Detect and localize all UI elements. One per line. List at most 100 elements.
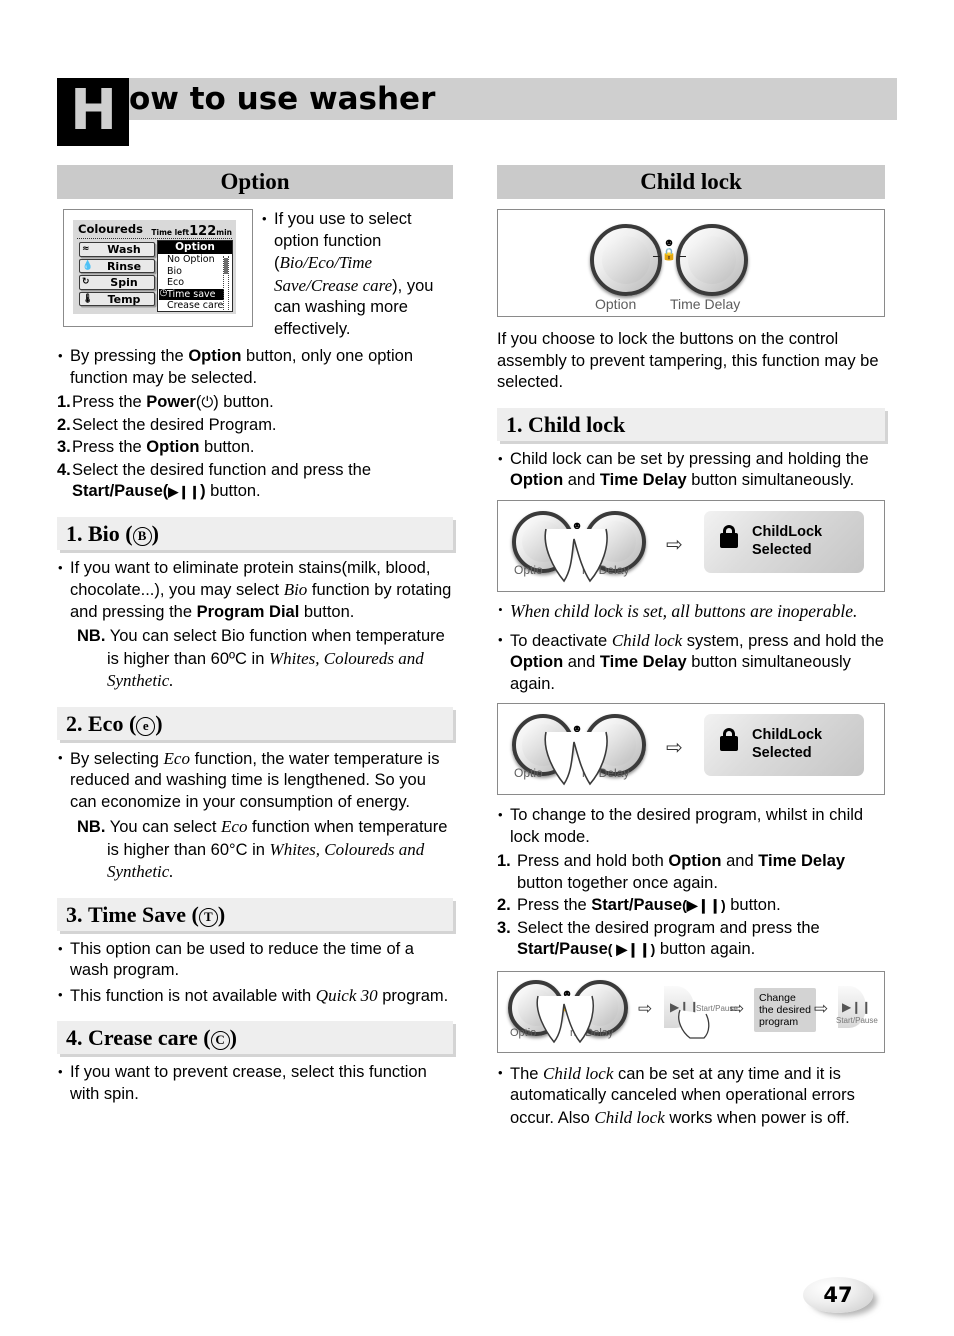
step-text-post: button. (218, 393, 274, 411)
lcd-display-illustration: Coloureds Time left122min ≈ Wash 💧 Rinse… (63, 209, 253, 327)
option-intro-block: Coloureds Time left122min ≈ Wash 💧 Rinse… (57, 209, 453, 343)
two-finger-press-icon (544, 731, 608, 786)
arrow-1-icon: ⇨ (638, 998, 653, 1018)
page-number: 47 (803, 1277, 873, 1313)
lcd-scrollbar-thumb[interactable] (224, 258, 228, 274)
rinse-icon: 💧 (82, 260, 94, 271)
lcd-time-left-unit: min (216, 228, 232, 237)
two-finger-press-icon (544, 528, 608, 582)
child-lock-deactivate-diagram: ☻ 🔒 Optio ne Delay ⇨ ChildLock Selected (497, 703, 885, 795)
time-save-symbol-icon: T (198, 907, 218, 927)
final-italic-2: Child lock (594, 1107, 665, 1127)
child-lock-deactivate-bullet: To deactivate Child lock system, press a… (497, 629, 885, 696)
option-step-3: 3. Press the Option button. (57, 437, 453, 459)
time-save-bullet-2: This function is not available with Quic… (57, 984, 453, 1008)
option-press-pre: By pressing the (70, 347, 189, 365)
time-delay-knob[interactable] (676, 224, 748, 296)
step-post: button together once again. (517, 873, 718, 892)
step-number: 3. (497, 918, 511, 937)
heading-text: Eco (88, 710, 124, 736)
set-mid: and (563, 471, 600, 489)
subsection-eco-heading: 2. Eco (e) (57, 706, 453, 740)
nb-pre: You can select (105, 818, 222, 836)
option-step-1: 1. Press the Power(⏻) button. (57, 392, 453, 414)
bio-body-tail: button. (299, 602, 355, 621)
lcd-option-item-time-save[interactable]: ◷ Time save (159, 288, 224, 300)
eco-body: By selecting Eco function, the water tem… (57, 747, 453, 814)
padlock-glyph-icon: 🔒 (661, 247, 677, 261)
heading-text: Child lock (528, 411, 626, 437)
step-bold: Start/Pause (72, 482, 163, 500)
step-bold-2: Time Delay (758, 852, 846, 870)
ts-post: program. (377, 986, 449, 1005)
change-program-chip: Change the desired program (754, 987, 816, 1032)
heading-text: Time Save (88, 901, 186, 927)
nb-italic-1: Eco (221, 817, 248, 836)
crease-care-symbol-icon: C (210, 1031, 230, 1050)
lcd-menu-item-wash[interactable]: ≈ Wash (79, 242, 155, 257)
arrow-right-icon: ⇨ (666, 533, 683, 556)
final-pre: The (510, 1064, 544, 1083)
lcd-divider (77, 238, 232, 239)
change-step-3: 3. Select the desired program and press t… (497, 918, 885, 961)
lcd-option-item-eco[interactable]: Eco (158, 277, 232, 289)
right-column: Child lock ☻ 🔒 Option Time Delay If you … (497, 165, 885, 1132)
subsection-crease-care-heading: 4. Crease care (C) (57, 1021, 453, 1054)
lcd-menu-item-temp[interactable]: 🌡 Temp (79, 291, 155, 306)
bio-body: If you want to eliminate protein stains(… (57, 557, 453, 624)
final-italic-1: Child lock (543, 1063, 614, 1083)
set-bold-2: Time Delay (599, 471, 687, 489)
lcd-option-item-no-option[interactable]: No Option (158, 254, 232, 266)
childlock-chip-line2: Selected (752, 541, 812, 558)
step-text: Press the (72, 438, 147, 456)
bio-nb: NB. You can select Bio function when tem… (57, 626, 453, 693)
option-knob[interactable] (590, 224, 662, 296)
arrow-3-icon: ⇨ (814, 998, 829, 1018)
step-pre: Press the (517, 896, 592, 914)
step-bold-1: Start/Pause (517, 940, 608, 958)
step-number: 4. (57, 460, 71, 479)
set-bold-1: Option (510, 471, 564, 489)
step-number: 1. (497, 852, 511, 870)
deact-italic: Child lock (611, 630, 683, 650)
spin-icon: ↻ (82, 277, 90, 287)
nb-label: NB. (77, 627, 106, 645)
heading-text: Bio (88, 520, 120, 546)
lcd-option-item-bio[interactable]: Bio (158, 266, 232, 278)
option-press-bold: Option (188, 347, 242, 365)
lcd-option-item-crease-care[interactable]: Crease care (158, 300, 232, 312)
bio-body-italic: Bio (283, 580, 308, 599)
section-title-child-lock: Child lock (497, 165, 885, 199)
dash-right (679, 256, 686, 257)
lcd-menu-label: Temp (107, 292, 141, 306)
option-knob-label: Option (595, 296, 637, 312)
lcd-time-left-value: 122 (189, 224, 217, 239)
heading-number: 3. (66, 901, 83, 927)
padlock-icon (720, 524, 738, 548)
step-bold: Power (146, 393, 196, 411)
child-lock-icon: ☻ 🔒 (660, 238, 678, 261)
deact-mid-2: and (563, 653, 600, 671)
option-step-2: 2. Select the desired Program. (57, 415, 453, 437)
step-post: button. (725, 896, 781, 914)
lcd-program-name: Coloureds (78, 222, 143, 236)
change-step-1: 1. Press and hold both Option and Time De… (497, 851, 885, 894)
step-bold-1: Start/Pause (591, 896, 683, 914)
step-text: Select the desired function and press th… (72, 460, 372, 479)
child-lock-buttons-diagram: ☻ 🔒 Option Time Delay (497, 209, 885, 317)
set-post: button simultaneously. (686, 471, 855, 489)
eco-body-italic: Eco (163, 748, 190, 768)
clock-icon: ◷ (159, 288, 168, 298)
two-finger-press-icon (536, 995, 594, 1043)
step-bold: Option (146, 438, 200, 456)
lcd-scrollbar[interactable] (223, 256, 229, 310)
lcd-menu-item-rinse[interactable]: 💧 Rinse (79, 258, 155, 273)
lcd-menu-item-spin[interactable]: ↻ Spin (79, 275, 155, 290)
hand-pointer-icon-1 (678, 1009, 710, 1039)
page-title: ow to use washer (129, 81, 436, 117)
eco-symbol-icon: e (136, 716, 156, 736)
step-text-post: button. (199, 438, 255, 456)
childlock-chip-line1: ChildLock (752, 727, 823, 743)
step-mid: and (721, 852, 759, 870)
bio-symbol-icon: B (132, 526, 152, 546)
